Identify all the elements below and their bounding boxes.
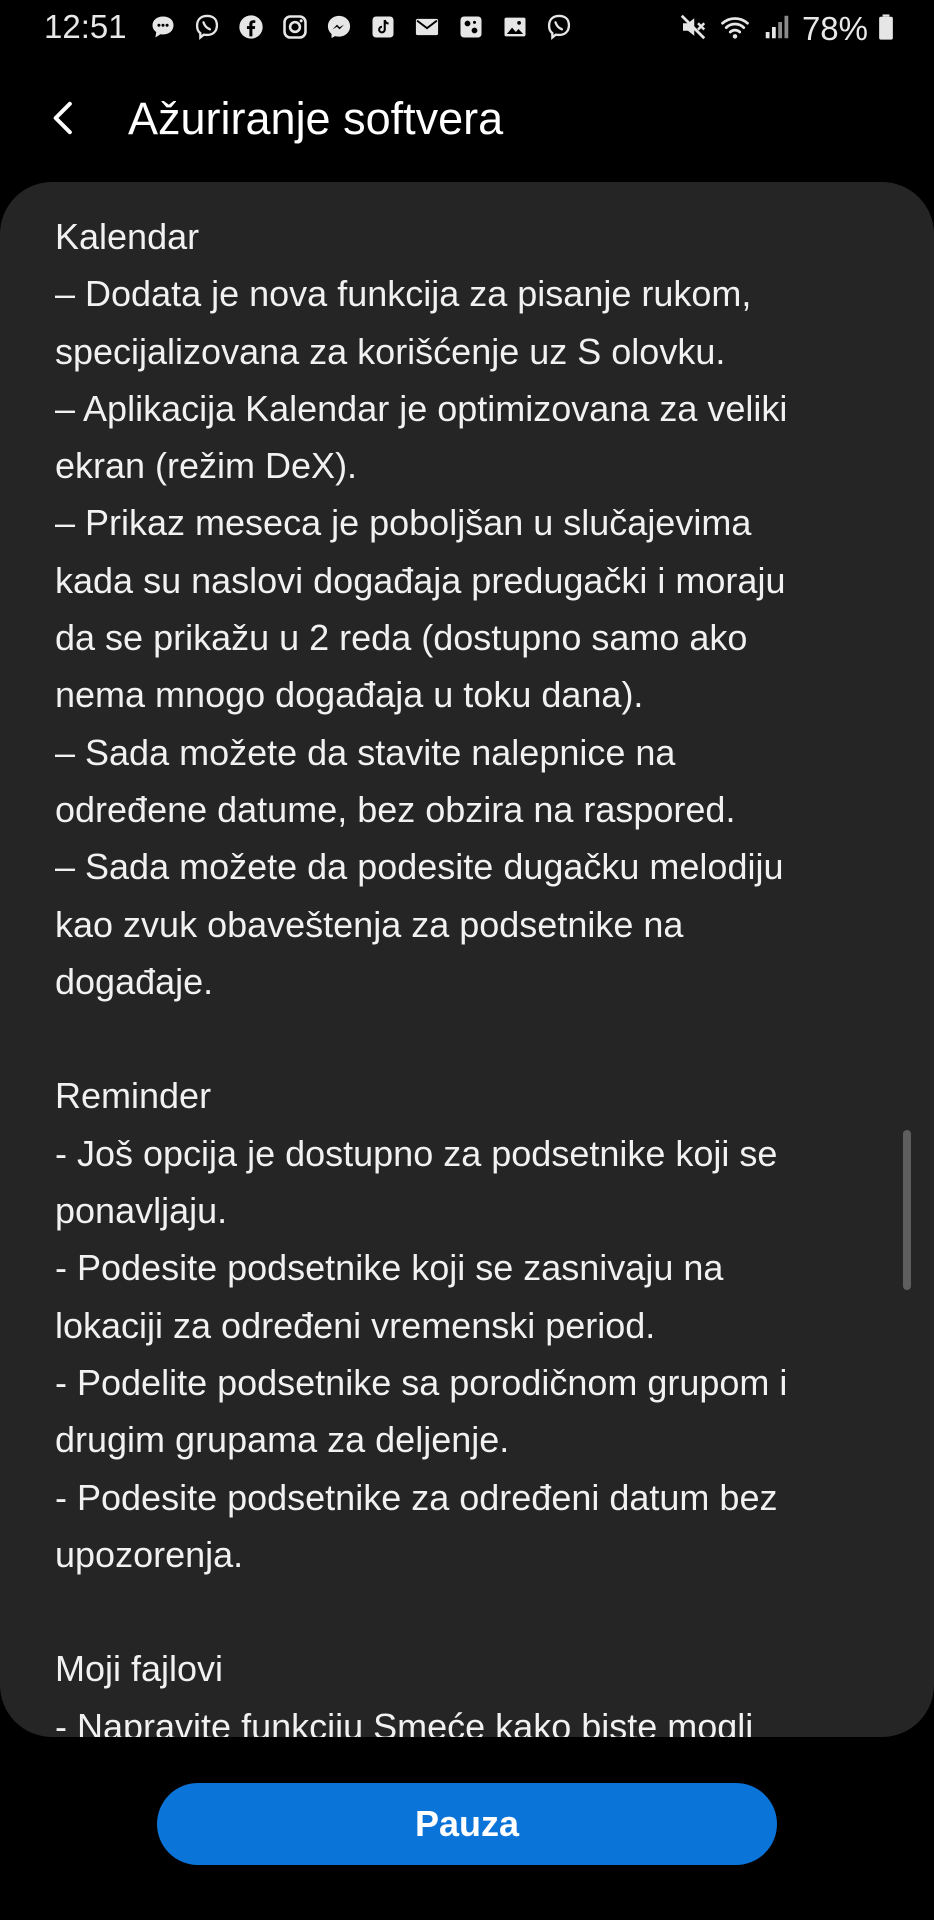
status-time: 12:51 xyxy=(44,8,127,45)
screen: 12:51 78% Ažuriranje softvera Kalendar –… xyxy=(0,0,934,1920)
battery-icon xyxy=(878,12,894,47)
release-notes-text: Kalendar – Dodata je nova funkcija za pis… xyxy=(55,208,895,1737)
chat-icon xyxy=(148,12,178,42)
text-line: ponavljaju. xyxy=(55,1190,228,1232)
pause-button[interactable]: Pauza xyxy=(157,1783,777,1865)
text-line: događaje. xyxy=(55,960,214,1002)
mail-icon xyxy=(412,12,442,42)
text-line: – Sada možete da podesite dugačku melodi… xyxy=(55,846,784,888)
text-line: – Sada možete da stavite nalepnice na xyxy=(55,731,676,773)
facebook-icon xyxy=(236,12,266,42)
gallery-icon xyxy=(500,12,530,42)
text-line: Kalendar xyxy=(55,216,200,257)
text-line: - Podesite podsetnike koji se zasnivaju … xyxy=(55,1247,724,1289)
viber-icon xyxy=(544,12,574,42)
signal-icon xyxy=(762,12,792,47)
text-line: – Prikaz meseca je poboljšan u slučajevi… xyxy=(55,502,752,544)
text-line: kao zvuk obaveštenja za podsetnike na xyxy=(55,903,684,945)
text-line: - Podelite podsetnike sa porodičnom grup… xyxy=(55,1361,788,1403)
page-title: Ažuriranje softvera xyxy=(128,93,504,144)
text-line: – Aplikacija Kalendar je optimizovana za… xyxy=(55,387,788,429)
text-line: lokaciji za određeni vremenski period. xyxy=(55,1304,656,1346)
back-button[interactable] xyxy=(36,92,92,148)
text-line: - Napravite funkciju Smeće kako biste mo… xyxy=(55,1705,754,1737)
messenger-icon xyxy=(324,12,354,42)
battery-percent: 78% xyxy=(801,10,868,47)
text-line: nema mnogo događaja u toku dana). xyxy=(55,674,644,716)
photos-app-icon xyxy=(456,12,486,42)
chevron-left-icon xyxy=(44,98,84,143)
tiktok-icon xyxy=(368,12,398,42)
status-bar: 12:51 78% xyxy=(0,0,934,56)
text-line: određene datume, bez obzira na raspored. xyxy=(55,788,736,830)
viber-icon xyxy=(192,12,222,42)
text-line: da se prikažu u 2 reda (dostupno samo ak… xyxy=(55,617,748,659)
app-header: Ažuriranje softvera xyxy=(0,70,934,170)
system-icons: 78% xyxy=(678,10,894,48)
mute-icon xyxy=(678,12,708,47)
text-line: kada su naslovi događaja predugački i mo… xyxy=(55,559,786,601)
text-line: ekran (režim DeX). xyxy=(55,445,358,487)
wifi-icon xyxy=(718,12,752,47)
release-notes-card[interactable]: Kalendar – Dodata je nova funkcija za pis… xyxy=(0,182,934,1737)
text-line: - Još opcija je dostupno za podsetnike k… xyxy=(55,1132,778,1174)
text-line: – Dodata je nova funkcija za pisanje ruk… xyxy=(55,273,752,315)
text-line: specijalizovana za korišćenje uz S olovk… xyxy=(55,330,726,372)
text-line: Reminder xyxy=(55,1075,212,1117)
instagram-icon xyxy=(280,12,310,42)
text-line: upozorenja. xyxy=(55,1533,244,1575)
text-line: - Podesite podsetnike za određeni datum … xyxy=(55,1476,778,1518)
text-line: drugim grupama za deljenje. xyxy=(55,1419,510,1461)
notification-icons xyxy=(148,12,574,42)
scrollbar[interactable] xyxy=(903,1130,911,1290)
text-line: Moji fajlovi xyxy=(55,1648,224,1690)
